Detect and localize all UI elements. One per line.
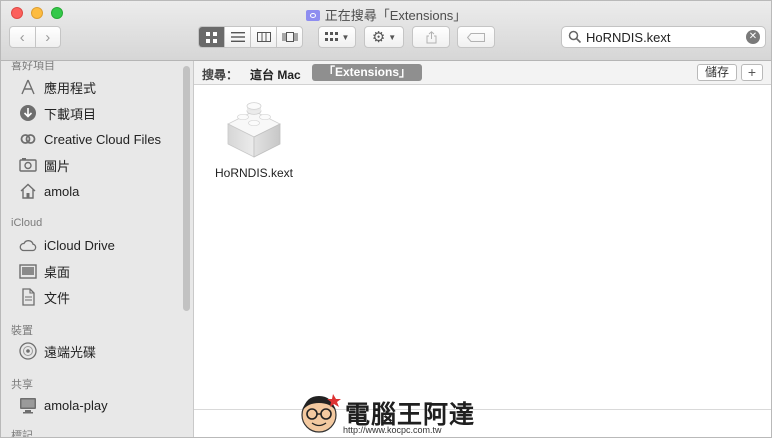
tag-button[interactable] (457, 26, 495, 48)
clear-search-icon[interactable]: ✕ (746, 30, 760, 44)
sidebar-item-label: amola-play (44, 397, 108, 413)
chevron-down-icon: ▼ (341, 32, 350, 42)
scope-label: 搜尋： (202, 68, 239, 82)
search-input[interactable] (582, 29, 746, 45)
icon-view-button[interactable] (199, 27, 225, 47)
share-button[interactable] (412, 26, 450, 48)
smart-folder-icon (305, 10, 320, 21)
save-search-button[interactable]: 儲存 (696, 64, 737, 81)
sidebar-item-icloud-drive[interactable]: iCloud Drive (18, 234, 115, 256)
list-view-button[interactable] (225, 27, 251, 47)
forward-button[interactable]: › (36, 27, 61, 47)
path-bar-divider (194, 409, 771, 410)
share-icon (426, 30, 436, 43)
downloads-icon (18, 104, 37, 123)
creative-cloud-icon (18, 130, 37, 149)
sidebar-item-label: 圖片 (44, 158, 71, 174)
chevron-right-icon: › (45, 28, 51, 46)
scope-folder-extensions[interactable]: 「Extensions」 (312, 64, 423, 81)
mascot-logo-icon (301, 394, 341, 433)
sidebar-item-pictures[interactable]: 圖片 (18, 154, 70, 176)
sidebar-section-favorites: 喜好項目 (11, 61, 55, 72)
action-button[interactable]: ⚙ ▼ (364, 26, 404, 48)
gear-icon: ⚙ (371, 29, 386, 46)
sidebar-item-remote-disc[interactable]: 遠端光碟 (18, 340, 96, 362)
arrange-grid-icon (324, 32, 338, 41)
titlebar: 正在搜尋「Extensions」 ‹ › ▼ ⚙ ▼ HoRNDIS.kext … (1, 1, 771, 61)
sidebar-item-applications[interactable]: 應用程式 (18, 76, 96, 98)
search-field[interactable]: ✕ (561, 26, 766, 48)
view-mode-selector (198, 26, 303, 48)
search-scope-bar: 搜尋： 這台 Mac 「Extensions」 儲存 + (194, 61, 771, 85)
watermark: 電腦王阿達 http://www.kocpc.com.tw (297, 391, 477, 437)
sidebar-item-label: 應用程式 (44, 80, 97, 96)
sidebar-item-label: amola (44, 183, 80, 199)
sidebar-item-home[interactable]: amola (18, 180, 79, 202)
document-icon (18, 288, 37, 307)
sidebar-item-label: 文件 (44, 290, 71, 306)
sidebar-section-devices: 裝置 (11, 325, 33, 337)
applications-icon (18, 78, 37, 97)
sidebar-item-amola-play[interactable]: amola-play (18, 394, 108, 416)
navigation-buttons: ‹ › (9, 26, 61, 48)
search-results: HoRNDIS.kext (194, 85, 771, 437)
sidebar-item-documents[interactable]: 文件 (18, 286, 70, 308)
arrange-button[interactable]: ▼ (318, 26, 356, 48)
list-view-icon (230, 32, 245, 42)
sidebar-item-creative-cloud[interactable]: Creative Cloud Files (18, 128, 161, 150)
sidebar-item-desktop[interactable]: 桌面 (18, 260, 70, 282)
pictures-icon (18, 156, 37, 175)
scope-this-mac[interactable]: 這台 Mac (250, 66, 301, 83)
sidebar-item-label: 桌面 (44, 264, 71, 280)
sidebar-item-downloads[interactable]: 下載項目 (18, 102, 96, 124)
tag-icon (467, 32, 485, 42)
add-criteria-button[interactable]: + (741, 64, 763, 81)
sidebar-item-label: 遠端光碟 (44, 344, 97, 360)
disc-icon (18, 342, 37, 361)
column-view-icon (256, 32, 271, 42)
desktop-icon (18, 262, 37, 281)
coverflow-view-icon (282, 32, 297, 42)
sidebar-section-icloud: iCloud (11, 217, 43, 229)
sidebar-section-tags: 標記 (11, 430, 33, 438)
watermark-url: http://www.kocpc.com.tw (343, 425, 442, 435)
icon-view-icon (206, 31, 217, 43)
finder-window: 正在搜尋「Extensions」 ‹ › ▼ ⚙ ▼ HoRNDIS.kext … (0, 0, 772, 438)
sidebar: 喜好項目 應用程式 下載項目 Creative Cloud Files 圖片 a… (1, 61, 194, 438)
chevron-down-icon: ▼ (388, 32, 397, 42)
home-icon (18, 182, 37, 201)
file-item[interactable]: HoRNDIS.kext (214, 97, 294, 180)
search-icon (568, 30, 582, 44)
computer-icon (18, 396, 37, 415)
sidebar-item-label: 下載項目 (44, 106, 97, 122)
file-name: HoRNDIS.kext (214, 166, 294, 180)
window-title: 正在搜尋「Extensions」 (1, 5, 771, 24)
sidebar-item-label: iCloud Drive (44, 237, 115, 253)
coverflow-view-button[interactable] (277, 27, 302, 47)
sidebar-section-shared: 共享 (11, 379, 33, 391)
cloud-icon (18, 236, 37, 255)
chevron-left-icon: ‹ (19, 28, 25, 46)
sidebar-item-label: Creative Cloud Files (44, 131, 162, 147)
sidebar-scrollbar[interactable] (183, 66, 190, 311)
back-button[interactable]: ‹ (10, 27, 36, 47)
kext-bundle-icon (227, 102, 281, 158)
column-view-button[interactable] (251, 27, 277, 47)
